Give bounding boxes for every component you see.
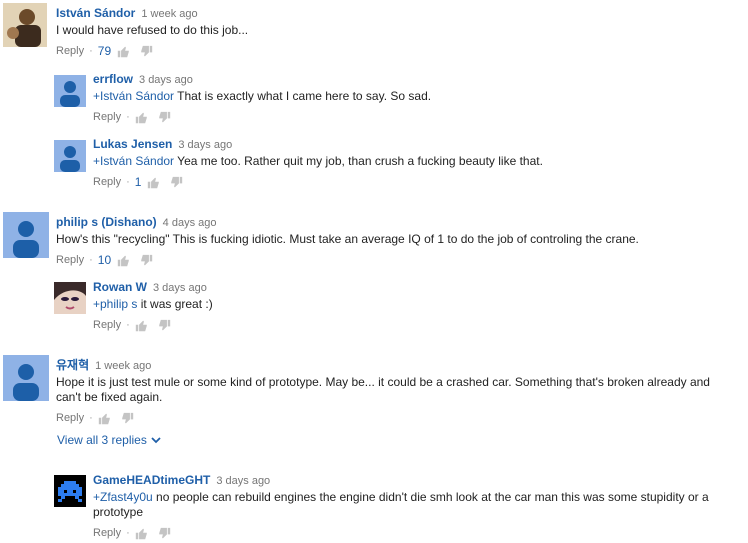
mention-link[interactable]: +philip s — [93, 297, 137, 311]
comment-time[interactable]: 3 days ago — [139, 74, 193, 86]
reply-button[interactable]: Reply — [56, 253, 84, 267]
comment-time[interactable]: 3 days ago — [178, 139, 232, 151]
comment-text: it was great :) — [137, 297, 213, 311]
like-count: 79 — [97, 44, 112, 58]
thumbs-down-icon[interactable] — [140, 254, 153, 267]
reply-button[interactable]: Reply — [56, 44, 84, 58]
avatar[interactable] — [54, 282, 86, 314]
thumbs-up-icon[interactable] — [135, 111, 148, 124]
thumbs-down-icon[interactable] — [170, 176, 183, 189]
comment-author[interactable]: István Sándor — [56, 6, 135, 20]
comment-author[interactable]: GameHEADtimeGHT — [93, 473, 210, 487]
comment-author[interactable]: 유재혁 — [56, 358, 89, 372]
thumbs-up-icon[interactable] — [117, 45, 130, 58]
comment-text: Yea me too. Rather quit my job, than cru… — [174, 154, 543, 168]
mention-link[interactable]: +István Sándor — [93, 89, 174, 103]
comment-time[interactable]: 1 week ago — [95, 360, 151, 372]
comment-text: no people can rebuild engines the engine… — [93, 490, 709, 519]
comment-author[interactable]: philip s (Dishano) — [56, 215, 157, 229]
avatar[interactable] — [3, 355, 49, 401]
thumbs-up-icon[interactable] — [98, 412, 111, 425]
thumbs-up-icon[interactable] — [117, 254, 130, 267]
comment-text: How's this "recycling" This is fucking i… — [56, 232, 639, 246]
reply-button[interactable]: Reply — [56, 411, 84, 425]
avatar[interactable] — [54, 75, 86, 107]
mention-link[interactable]: +István Sándor — [93, 154, 174, 168]
comment-author[interactable]: errflow — [93, 72, 133, 86]
thumbs-down-icon[interactable] — [121, 412, 134, 425]
reply-button[interactable]: Reply — [93, 318, 121, 332]
comment-time[interactable]: 3 days ago — [216, 475, 270, 487]
comment-author[interactable]: Lukas Jensen — [93, 137, 172, 151]
avatar[interactable] — [54, 475, 86, 507]
comment-text: Hope it is just test mule or some kind o… — [56, 375, 710, 404]
avatar[interactable] — [54, 140, 86, 172]
thumbs-up-icon[interactable] — [135, 527, 148, 540]
thumbs-down-icon[interactable] — [158, 319, 171, 332]
comment-time[interactable]: 4 days ago — [163, 217, 217, 229]
mention-link[interactable]: +Zfast4y0u — [93, 490, 153, 504]
like-count: 10 — [97, 253, 112, 267]
like-count: 1 — [134, 175, 142, 189]
comment-text: I would have refused to do this job... — [56, 23, 249, 37]
reply-button[interactable]: Reply — [93, 110, 121, 124]
reply-button[interactable]: Reply — [93, 175, 121, 189]
comment-text: That is exactly what I came here to say.… — [174, 89, 432, 103]
thumbs-down-icon[interactable] — [158, 111, 171, 124]
comment-time[interactable]: 3 days ago — [153, 282, 207, 294]
thumbs-up-icon[interactable] — [135, 319, 148, 332]
comment-author[interactable]: Rowan W — [93, 280, 147, 294]
view-replies-label: View all 3 replies — [57, 433, 147, 447]
thumbs-down-icon[interactable] — [140, 45, 153, 58]
avatar[interactable] — [3, 3, 47, 47]
chevron-down-icon — [151, 436, 161, 443]
comment-time[interactable]: 1 week ago — [141, 8, 197, 20]
thumbs-down-icon[interactable] — [158, 527, 171, 540]
thumbs-up-icon[interactable] — [147, 176, 160, 189]
reply-button[interactable]: Reply — [93, 526, 121, 540]
avatar[interactable] — [3, 212, 49, 258]
view-all-replies-link[interactable]: View all 3 replies — [57, 433, 161, 447]
